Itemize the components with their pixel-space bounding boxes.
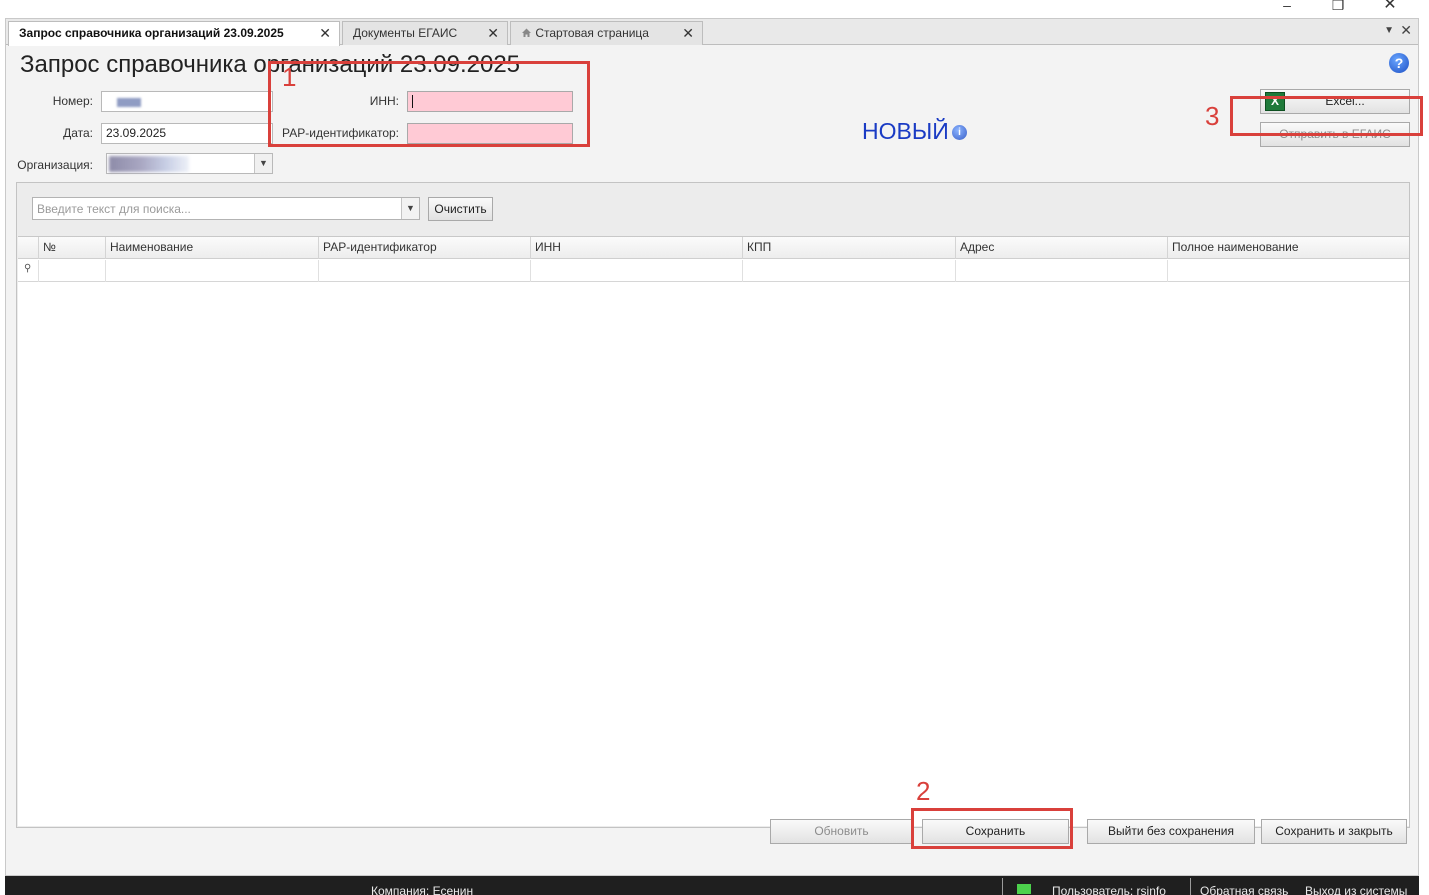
tab-close-icon[interactable]: ✕ xyxy=(682,22,694,44)
filter-cell[interactable] xyxy=(530,260,742,282)
document-status: НОВЫЙ xyxy=(862,118,949,144)
search-box: ▼ xyxy=(32,197,420,220)
search-input[interactable] xyxy=(33,198,401,219)
redacted-value xyxy=(109,156,189,172)
filter-cell[interactable] xyxy=(318,260,530,282)
annotation-box-1 xyxy=(268,61,590,147)
home-icon xyxy=(522,28,531,37)
column-header-rar-id[interactable]: РАР-идентификатор xyxy=(318,237,530,259)
filter-cell[interactable] xyxy=(38,260,105,282)
column-header-number[interactable]: № xyxy=(38,237,105,259)
clear-button[interactable]: Очистить xyxy=(428,197,493,221)
divider xyxy=(1002,878,1003,895)
company-name: Компания: Есенин xyxy=(371,884,474,895)
tab-label: Стартовая страница xyxy=(535,26,649,40)
logout-link[interactable]: Выход из системы xyxy=(1305,882,1407,895)
window-close-button[interactable]: ✕ xyxy=(1375,0,1405,14)
status-bar: Компания: Есенин Пользователь: rsinfo Об… xyxy=(5,876,1419,895)
annotation-number-3: 3 xyxy=(1205,101,1220,131)
feedback-link[interactable]: Обратная связь xyxy=(1200,882,1288,895)
date-field[interactable]: 23.09.2025 xyxy=(101,123,273,144)
annotation-number-1: 1 xyxy=(282,62,297,92)
window-maximize-button[interactable]: ❐ xyxy=(1323,0,1353,14)
filter-row: ⚲ xyxy=(18,260,1409,282)
window-minimize-button[interactable]: – xyxy=(1272,0,1302,14)
annotation-box-2 xyxy=(911,808,1073,849)
filter-cell[interactable] xyxy=(955,260,1167,282)
column-header-inn[interactable]: ИНН xyxy=(530,237,742,259)
chevron-down-icon[interactable]: ▼ xyxy=(401,198,419,219)
column-header-full-name[interactable]: Полное наименование xyxy=(1167,237,1409,259)
filter-icon[interactable]: ⚲ xyxy=(24,263,31,274)
app-window: Запрос справочника организаций 23.09.202… xyxy=(5,18,1419,876)
table-header: № Наименование РАР-идентификатор ИНН КПП… xyxy=(18,237,1409,259)
filter-cell[interactable] xyxy=(1167,260,1409,282)
divider xyxy=(1190,878,1191,895)
info-icon[interactable]: i xyxy=(952,125,967,140)
tab-close-icon[interactable]: ✕ xyxy=(319,22,331,44)
annotation-number-2: 2 xyxy=(916,776,931,806)
save-and-close-button[interactable]: Сохранить и закрыть xyxy=(1261,819,1407,844)
tab-org-directory-request[interactable]: Запрос справочника организаций 23.09.202… xyxy=(8,21,340,46)
filter-cell[interactable] xyxy=(105,260,318,282)
annotation-box-3 xyxy=(1230,96,1423,136)
chevron-down-icon[interactable]: ▼ xyxy=(254,154,272,173)
number-field[interactable] xyxy=(101,91,273,112)
redacted-value xyxy=(117,98,141,107)
number-label: Номер: xyxy=(52,94,93,108)
connection-status-icon xyxy=(1017,884,1031,894)
tab-label: Запрос справочника организаций 23.09.202… xyxy=(19,26,284,40)
column-header-address[interactable]: Адрес xyxy=(955,237,1167,259)
grid-panel: ▼ Очистить № Наименование РАР-идентифика… xyxy=(16,182,1410,828)
tab-close-icon[interactable]: ✕ xyxy=(487,22,499,44)
column-header-name[interactable]: Наименование xyxy=(105,237,318,259)
date-label: Дата: xyxy=(63,126,93,140)
organization-label: Организация: xyxy=(17,158,93,172)
tab-bar: Запрос справочника организаций 23.09.202… xyxy=(6,19,1418,46)
exit-without-saving-button[interactable]: Выйти без сохранения xyxy=(1087,819,1255,844)
help-icon[interactable]: ? xyxy=(1389,53,1409,73)
tab-egais-documents[interactable]: Документы ЕГАИС ✕ xyxy=(342,21,508,45)
tab-list-dropdown-icon[interactable]: ▼ xyxy=(1384,25,1394,36)
current-user: Пользователь: rsinfo xyxy=(1052,884,1166,895)
refresh-button[interactable]: Обновить xyxy=(770,819,913,844)
organizations-table: № Наименование РАР-идентификатор ИНН КПП… xyxy=(18,236,1409,826)
tab-start-page[interactable]: Стартовая страница ✕ xyxy=(510,21,703,45)
organization-select[interactable]: ▼ xyxy=(106,153,273,174)
close-all-tabs-icon[interactable]: ✕ xyxy=(1400,22,1412,39)
tab-label: Документы ЕГАИС xyxy=(353,26,458,40)
filter-cell[interactable] xyxy=(742,260,955,282)
column-header-kpp[interactable]: КПП xyxy=(742,237,955,259)
